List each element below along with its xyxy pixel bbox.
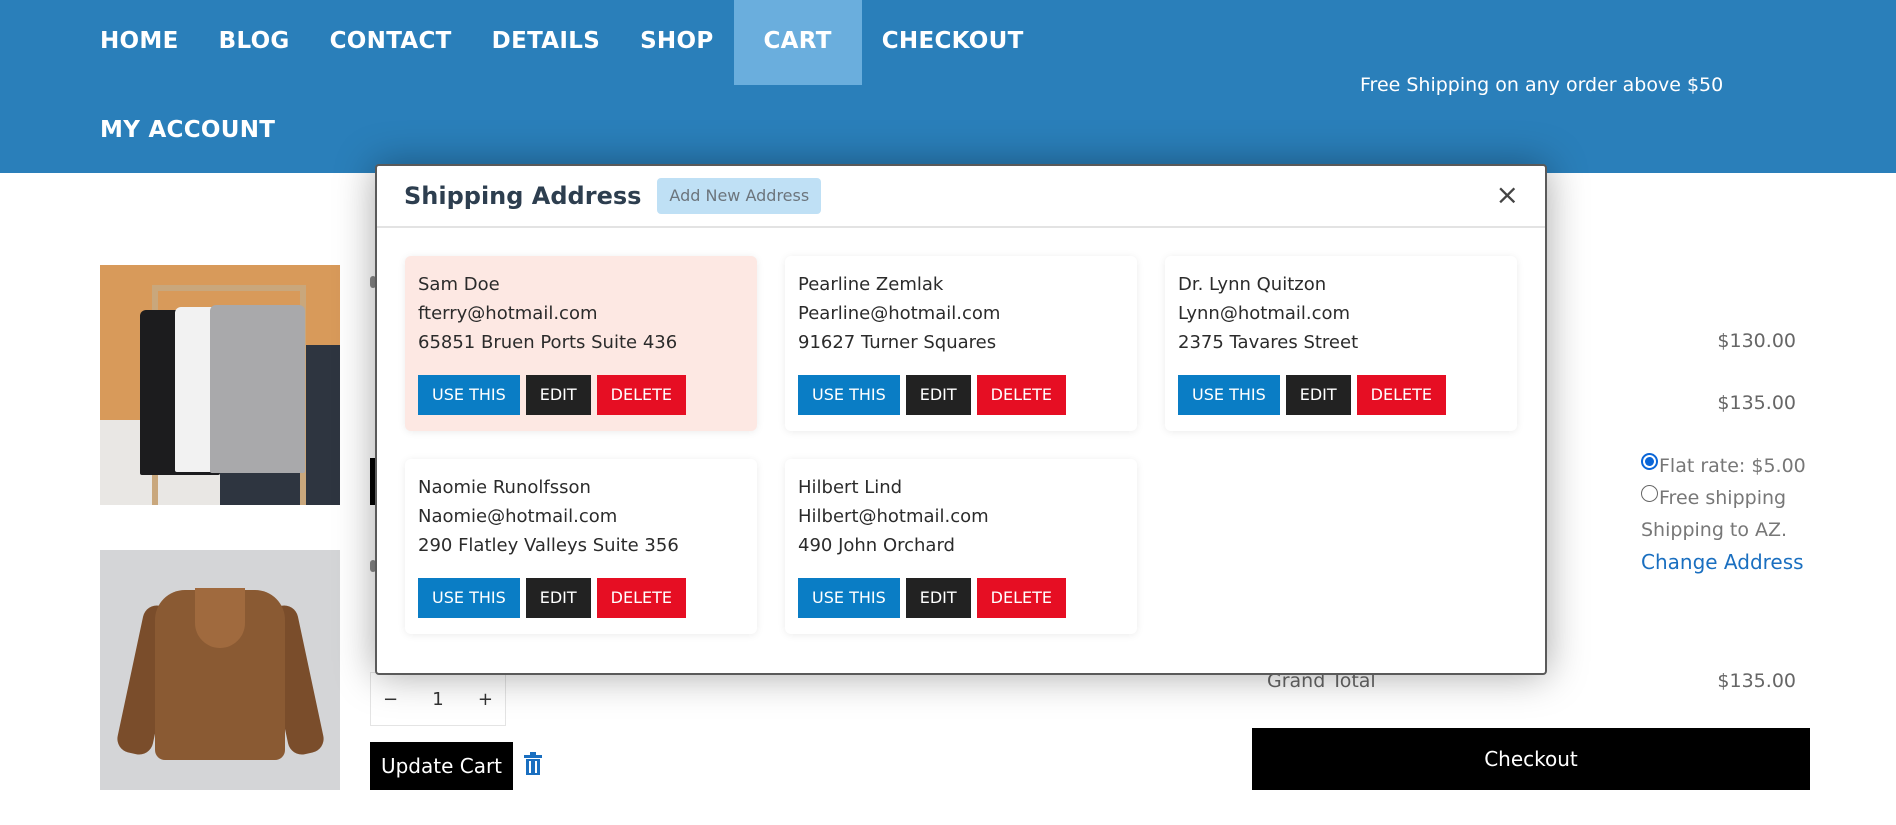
shipping-address-modal: Shipping Address Add New Address × Sam D… xyxy=(375,164,1547,675)
nav-contact[interactable]: CONTACT xyxy=(310,0,472,85)
modal-title: Shipping Address xyxy=(404,182,642,210)
free-shipping-banner: Free Shipping on any order above $50 xyxy=(1360,74,1724,96)
address-card: Dr. Lynn Quitzon Lynn@hotmail.com 2375 T… xyxy=(1165,256,1517,431)
update-cart-button[interactable]: Update Cart xyxy=(370,742,513,790)
change-address-link[interactable]: Change Address xyxy=(1641,546,1806,578)
quantity-value[interactable]: 1 xyxy=(432,689,443,710)
radio-unchecked-icon[interactable] xyxy=(1641,485,1658,502)
delete-button[interactable]: DELETE xyxy=(596,375,687,415)
add-new-address-button[interactable]: Add New Address xyxy=(657,178,822,214)
close-icon[interactable]: × xyxy=(1496,181,1519,209)
shipping-option-flat[interactable]: Flat rate: $5.00 xyxy=(1641,450,1806,482)
decrease-qty-button[interactable]: − xyxy=(383,689,398,710)
address-street: 65851 Bruen Ports Suite 436 xyxy=(418,332,678,353)
address-name: Sam Doe xyxy=(418,274,500,295)
nav-details[interactable]: DETAILS xyxy=(472,0,620,85)
edit-button[interactable]: EDIT xyxy=(905,578,971,618)
subtotal-price: $135.00 xyxy=(1717,392,1796,414)
radio-checked-icon[interactable] xyxy=(1641,453,1658,470)
delete-button[interactable]: DELETE xyxy=(976,375,1067,415)
address-street: 2375 Tavares Street xyxy=(1178,332,1359,353)
nav-my-account[interactable]: MY ACCOUNT xyxy=(100,105,275,155)
delete-button[interactable]: DELETE xyxy=(976,578,1067,618)
modal-header: Shipping Address Add New Address × xyxy=(377,166,1545,228)
address-street: 290 Flatley Valleys Suite 356 xyxy=(418,535,679,556)
edit-button[interactable]: EDIT xyxy=(525,375,591,415)
product-image-jacket[interactable] xyxy=(100,550,340,790)
nav-shop[interactable]: SHOP xyxy=(620,0,733,85)
site-header: HOME BLOG CONTACT DETAILS SHOP CART CHEC… xyxy=(0,0,1896,173)
nav-cart[interactable]: CART xyxy=(733,0,862,85)
address-street: 91627 Turner Squares xyxy=(798,332,997,353)
address-list: Sam Doe fterry@hotmail.com 65851 Bruen P… xyxy=(405,256,1517,634)
delete-button[interactable]: DELETE xyxy=(596,578,687,618)
use-this-button[interactable]: USE THIS xyxy=(418,375,520,415)
address-card: Hilbert Lind Hilbert@hotmail.com 490 Joh… xyxy=(785,459,1137,634)
address-street: 490 John Orchard xyxy=(798,535,955,556)
use-this-button[interactable]: USE THIS xyxy=(418,578,520,618)
address-card: Pearline Zemlak Pearline@hotmail.com 916… xyxy=(785,256,1137,431)
nav-home[interactable]: HOME xyxy=(80,0,199,85)
grand-total-value: $135.00 xyxy=(1717,670,1796,692)
quantity-stepper: − 1 + xyxy=(370,672,506,726)
item-price: $130.00 xyxy=(1717,330,1796,352)
address-card-selected: Sam Doe fterry@hotmail.com 65851 Bruen P… xyxy=(405,256,757,431)
address-email: Naomie@hotmail.com xyxy=(418,506,618,527)
address-name: Hilbert Lind xyxy=(798,477,903,498)
edit-button[interactable]: EDIT xyxy=(1285,375,1351,415)
address-name: Pearline Zemlak xyxy=(798,274,944,295)
address-email: Hilbert@hotmail.com xyxy=(798,506,989,527)
address-name: Naomie Runolfsson xyxy=(418,477,591,498)
address-card: Naomie Runolfsson Naomie@hotmail.com 290… xyxy=(405,459,757,634)
shipping-option-free[interactable]: Free shipping xyxy=(1641,482,1806,514)
use-this-button[interactable]: USE THIS xyxy=(798,375,900,415)
main-nav: HOME BLOG CONTACT DETAILS SHOP CART CHEC… xyxy=(80,0,1170,85)
trash-icon[interactable] xyxy=(523,752,543,776)
nav-checkout[interactable]: CHECKOUT xyxy=(862,0,1044,85)
nav-blog[interactable]: BLOG xyxy=(199,0,310,85)
address-email: Lynn@hotmail.com xyxy=(1178,303,1351,324)
product-image-tshirts[interactable] xyxy=(100,265,340,505)
edit-button[interactable]: EDIT xyxy=(525,578,591,618)
shipping-options: Flat rate: $5.00 Free shipping Shipping … xyxy=(1641,450,1806,578)
address-email: Pearline@hotmail.com xyxy=(798,303,1001,324)
edit-button[interactable]: EDIT xyxy=(905,375,971,415)
delete-button[interactable]: DELETE xyxy=(1356,375,1447,415)
use-this-button[interactable]: USE THIS xyxy=(798,578,900,618)
shipping-destination: Shipping to AZ. xyxy=(1641,519,1788,541)
address-name: Dr. Lynn Quitzon xyxy=(1178,274,1327,295)
increase-qty-button[interactable]: + xyxy=(478,689,493,710)
checkout-button[interactable]: Checkout xyxy=(1252,728,1810,790)
address-email: fterry@hotmail.com xyxy=(418,303,598,324)
use-this-button[interactable]: USE THIS xyxy=(1178,375,1280,415)
